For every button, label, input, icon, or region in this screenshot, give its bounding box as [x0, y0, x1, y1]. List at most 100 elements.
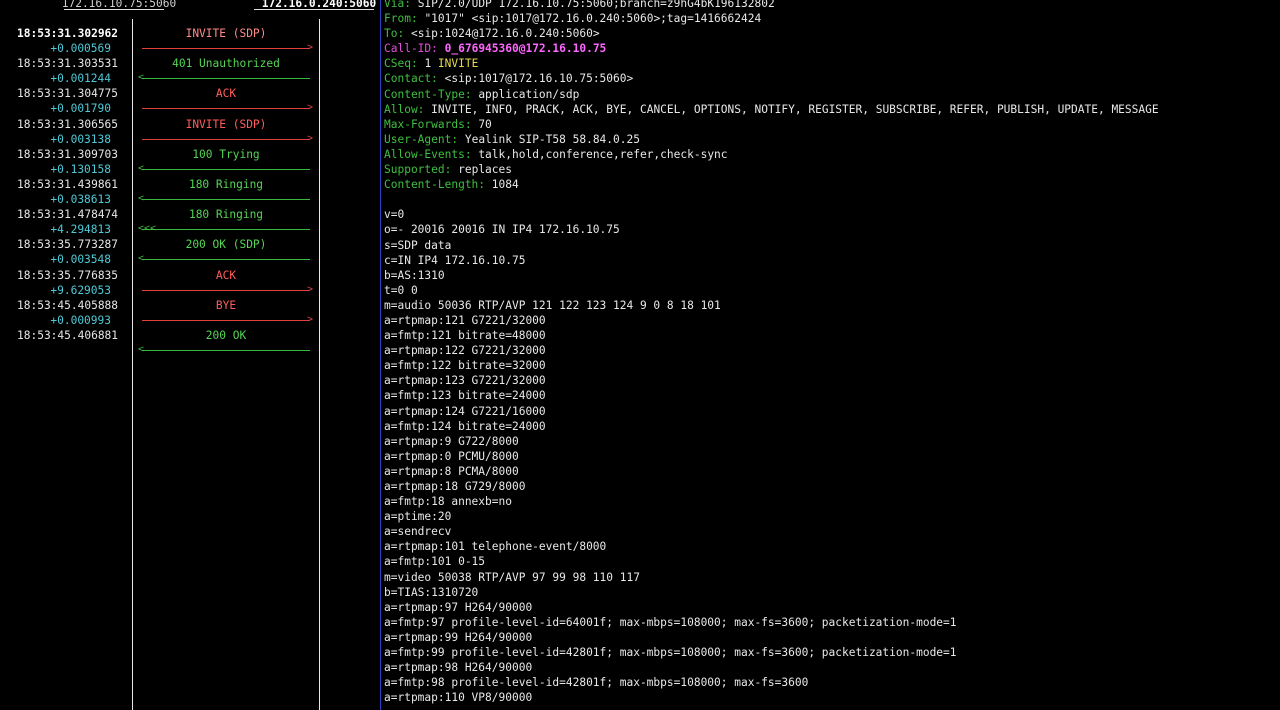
- arrow-right-icon: >: [306, 313, 313, 325]
- message-delta-time: +0.000993: [50, 313, 111, 327]
- message-detail-pane: Via: SIP/2.0/UDP 172.16.10.75:5060;branc…: [384, 0, 1274, 705]
- sdp-line: a=rtpmap:123 G7221/32000: [384, 374, 546, 388]
- sip-header-name: Call-ID:: [384, 42, 438, 56]
- sdp-line: a=sendrecv: [384, 525, 452, 539]
- sip-header-name: Allow:: [384, 102, 425, 116]
- sip-header-value: 70: [478, 117, 492, 131]
- sdp-line: a=rtpmap:98 H264/90000: [384, 661, 533, 675]
- message-timestamp[interactable]: 18:53:31.303531: [17, 57, 118, 71]
- message-label[interactable]: 100 Trying: [133, 148, 319, 162]
- message-delta-time: +0.130158: [50, 162, 111, 176]
- sdp-line: b=TIAS:1310720: [384, 585, 479, 599]
- sdp-line: a=rtpmap:121 G7221/32000: [384, 313, 546, 327]
- message-arrow[interactable]: <: [138, 72, 310, 83]
- message-label[interactable]: 200 OK: [133, 329, 319, 343]
- message-arrow[interactable]: <: [138, 163, 310, 174]
- message-label[interactable]: 401 Unauthorized: [133, 57, 319, 71]
- sip-header-line: Max-Forwards: 70: [384, 117, 1274, 132]
- message-timestamp[interactable]: 18:53:31.302962: [17, 27, 118, 41]
- message-arrow[interactable]: >: [142, 102, 313, 113]
- sip-header-value: INVITE, INFO, PRACK, ACK, BYE, CANCEL, O…: [431, 102, 1159, 116]
- message-timestamp[interactable]: 18:53:35.776835: [17, 269, 118, 283]
- message-timestamp[interactable]: 18:53:31.309703: [17, 148, 118, 162]
- sip-header-line: Content-Type: application/sdp: [384, 87, 1274, 102]
- sdp-line: a=fmtp:124 bitrate=24000: [384, 419, 546, 433]
- message-arrow[interactable]: >: [142, 284, 313, 295]
- sip-header-name: User-Agent:: [384, 132, 459, 146]
- message-timestamp[interactable]: 18:53:35.773287: [17, 238, 118, 252]
- arrow-right-icon: >: [306, 102, 313, 114]
- sip-header-name: Content-Type:: [384, 87, 472, 101]
- sip-header-name: Contact:: [384, 72, 438, 86]
- sdp-line: a=fmtp:101 0-15: [384, 555, 486, 569]
- message-label[interactable]: INVITE (SDP): [133, 118, 319, 132]
- message-label[interactable]: BYE: [133, 299, 319, 313]
- message-arrow[interactable]: <: [138, 253, 310, 264]
- sdp-line: a=rtpmap:9 G722/8000: [384, 434, 519, 448]
- sdp-line: a=fmtp:121 bitrate=48000: [384, 329, 546, 343]
- sdp-line: m=video 50038 RTP/AVP 97 99 98 110 117: [384, 570, 640, 584]
- message-arrow[interactable]: <: [138, 193, 310, 204]
- message-delta-time: +9.629053: [50, 283, 111, 297]
- message-timestamp[interactable]: 18:53:31.304775: [17, 87, 118, 101]
- sip-header-name: To:: [384, 27, 405, 41]
- sip-header-line: To: <sip:1024@172.16.0.240:5060>: [384, 26, 1274, 41]
- sip-header-value: Yealink SIP-T58 58.84.0.25: [464, 132, 640, 146]
- sdp-line: a=rtpmap:99 H264/90000: [384, 630, 533, 644]
- sip-header-value: 0_676945360@172.16.10.75: [444, 42, 607, 56]
- message-delta-time: +0.003548: [50, 253, 111, 267]
- sdp-line: s=SDP data: [384, 238, 452, 252]
- message-timestamp[interactable]: 18:53:31.439861: [17, 178, 118, 192]
- sip-header-line: Call-ID: 0_676945360@172.16.10.75: [384, 41, 1274, 56]
- message-label[interactable]: ACK: [133, 87, 319, 101]
- arrow-left-icon: <: [138, 253, 145, 265]
- sip-header-name: Max-Forwards:: [384, 117, 472, 131]
- sip-header-line: Supported: replaces: [384, 162, 1274, 177]
- arrow-left-icon: <: [138, 193, 145, 204]
- message-delta-time: +0.001790: [50, 102, 111, 116]
- sdp-line: a=rtpmap:124 G7221/16000: [384, 404, 546, 418]
- sdp-line: a=rtpmap:122 G7221/32000: [384, 344, 546, 358]
- message-delta-time: +0.038613: [50, 193, 111, 206]
- sip-header-value: <sip:1024@172.16.0.240:5060>: [410, 27, 600, 41]
- arrow-left-icon: <: [138, 162, 145, 174]
- sip-header-value: <sip:1017@172.16.10.75:5060>: [444, 72, 634, 86]
- arrow-right-icon: >: [306, 132, 313, 144]
- sip-header-name: From:: [384, 12, 418, 26]
- sdp-line: v=0: [384, 208, 405, 222]
- sdp-line: a=fmtp:98 profile-level-id=42801f; max-m…: [384, 676, 809, 690]
- message-arrow[interactable]: >: [142, 42, 313, 53]
- sip-header-name: Via:: [384, 0, 411, 10]
- message-label[interactable]: INVITE (SDP): [133, 27, 319, 41]
- arrow-right-icon: >: [306, 283, 313, 295]
- sdp-line: a=rtpmap:18 G729/8000: [384, 480, 526, 493]
- sip-header-name: Allow-Events:: [384, 147, 472, 161]
- message-label[interactable]: 180 Ringing: [133, 178, 319, 192]
- sip-header-value: application/sdp: [478, 87, 580, 101]
- message-label[interactable]: 200 OK (SDP): [133, 238, 319, 252]
- message-label[interactable]: ACK: [133, 269, 319, 283]
- sdp-line: a=rtpmap:0 PCMU/8000: [384, 449, 519, 463]
- message-timestamp[interactable]: 18:53:31.306565: [17, 118, 118, 132]
- message-timestamp[interactable]: 18:53:31.478474: [17, 208, 118, 222]
- sdp-line: a=fmtp:18 annexb=no: [384, 495, 512, 509]
- message-timestamp[interactable]: 18:53:45.405888: [17, 299, 118, 313]
- message-arrow[interactable]: >: [142, 133, 313, 144]
- sdp-line: a=rtpmap:101 telephone-event/8000: [384, 540, 607, 554]
- sdp-line: a=ptime:20: [384, 510, 452, 524]
- sdp-line: a=fmtp:122 bitrate=32000: [384, 359, 546, 373]
- sip-header-name: Supported:: [384, 163, 452, 177]
- host-a-underline: [64, 9, 164, 10]
- message-arrow[interactable]: <<<: [138, 223, 310, 234]
- message-arrow[interactable]: >: [142, 314, 313, 325]
- sdp-line: a=rtpmap:110 VP8/90000: [384, 691, 533, 705]
- message-timestamp[interactable]: 18:53:45.406881: [17, 329, 118, 343]
- message-label[interactable]: 180 Ringing: [133, 208, 319, 222]
- arrow-left-icon: <: [138, 72, 145, 84]
- sip-header-value: SIP/2.0/UDP 172.16.10.75:5060;branch=z9h…: [417, 0, 775, 10]
- message-arrow[interactable]: <: [138, 344, 310, 355]
- sip-header-line: From: "1017" <sip:1017@172.16.0.240:5060…: [384, 11, 1274, 26]
- sdp-line: a=fmtp:97 profile-level-id=64001f; max-m…: [384, 615, 957, 629]
- sip-header-value: 1: [424, 57, 438, 71]
